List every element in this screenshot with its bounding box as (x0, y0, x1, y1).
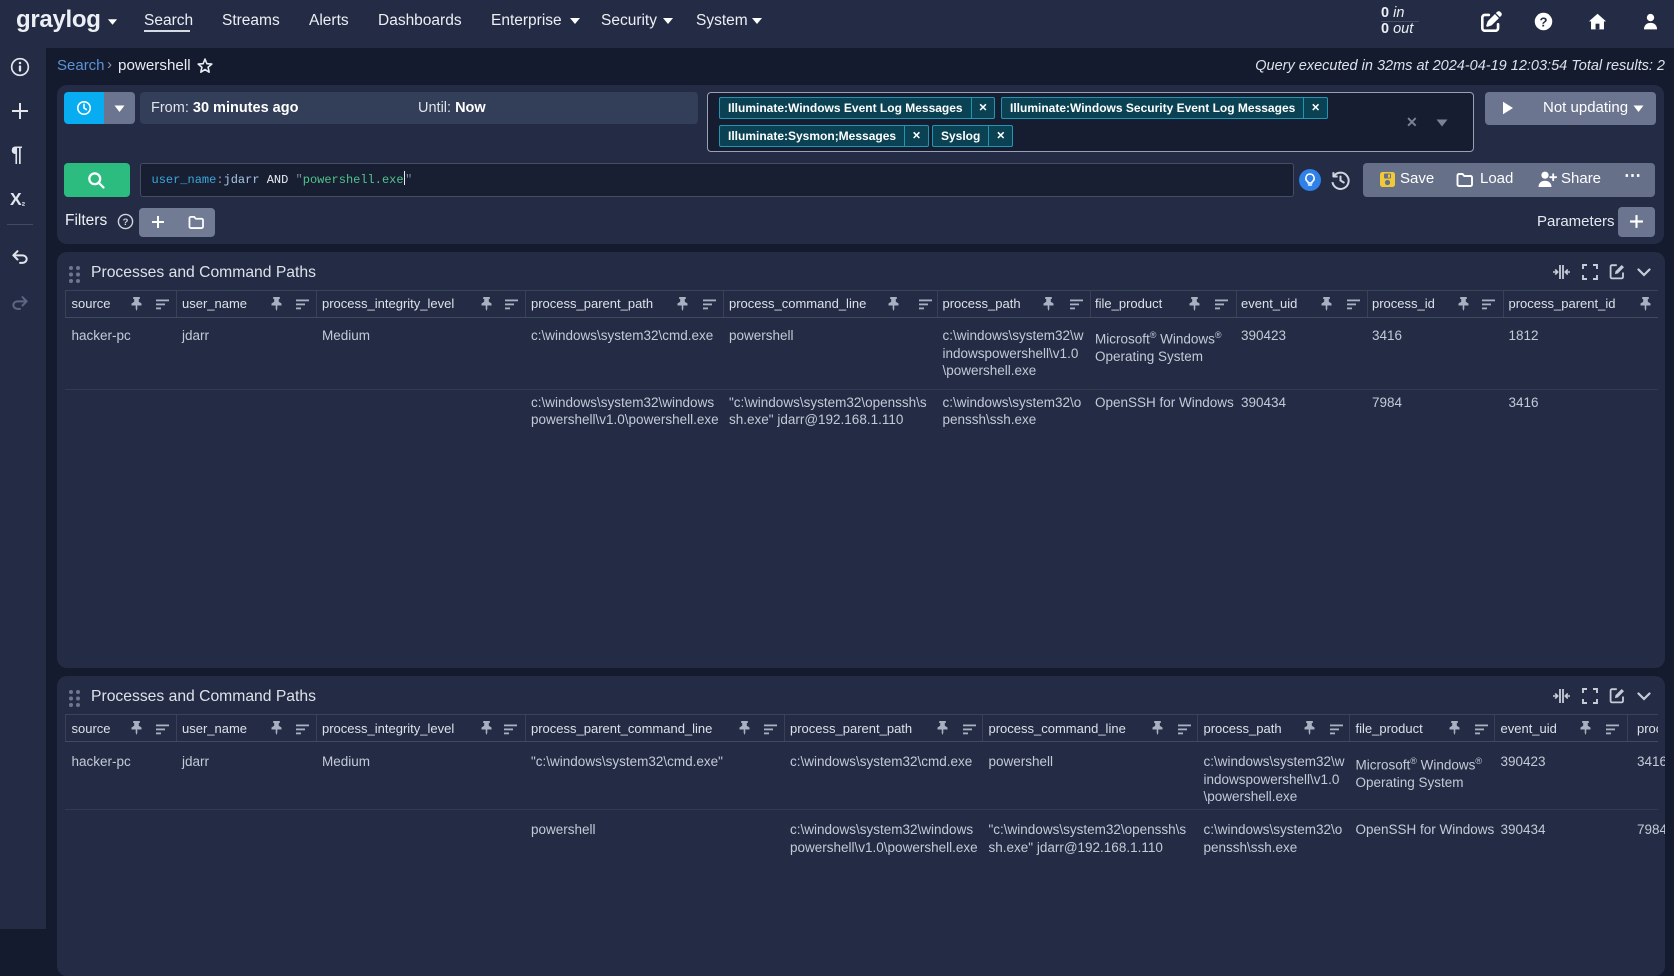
svg-text:?: ? (1539, 14, 1547, 29)
svg-text:?: ? (123, 217, 129, 228)
